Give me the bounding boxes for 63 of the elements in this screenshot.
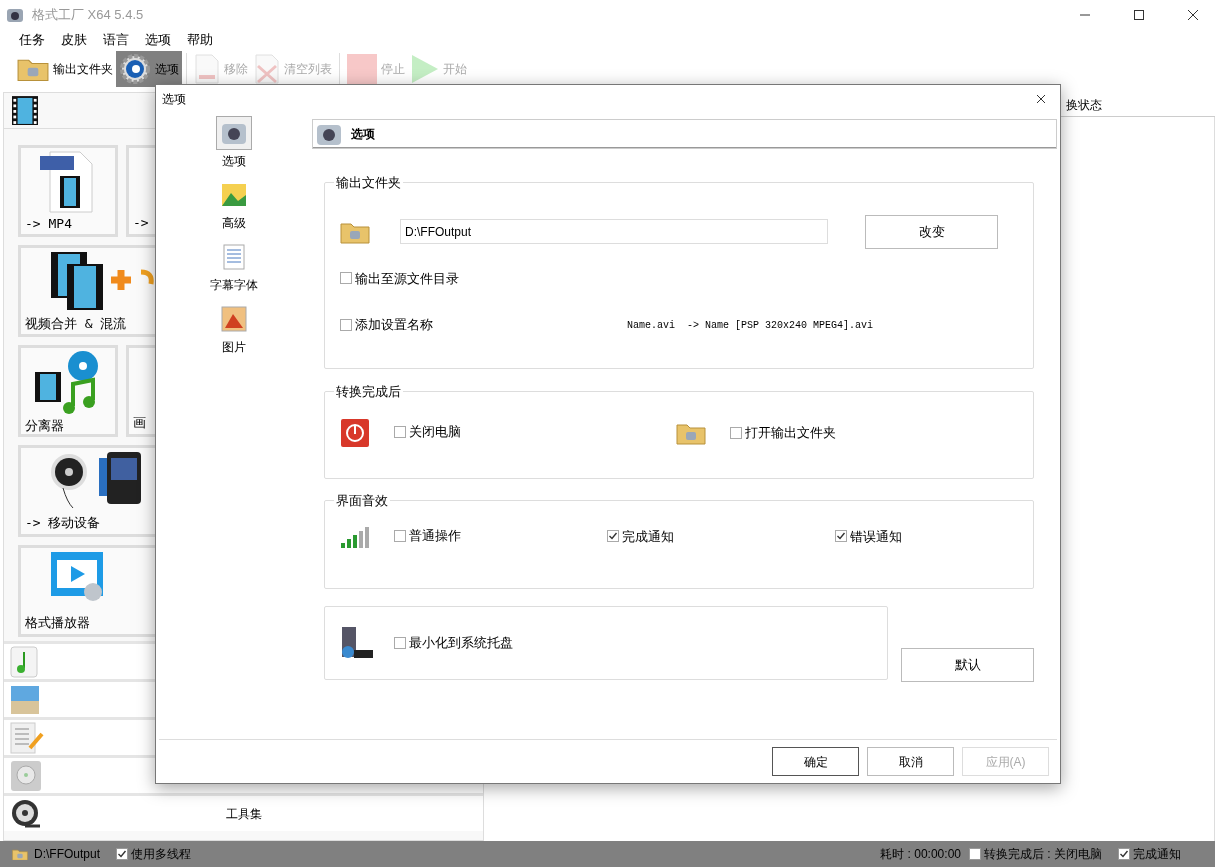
- computer-icon: [340, 626, 374, 660]
- document-lines-icon: [223, 244, 245, 270]
- checkbox[interactable]: 关闭电脑: [394, 422, 461, 442]
- path-field[interactable]: D:\FFOutput: [400, 219, 828, 244]
- converter-tile[interactable]: 分离器: [18, 345, 118, 437]
- close-icon[interactable]: [1036, 94, 1046, 104]
- check-icon: [608, 531, 618, 542]
- dialog-title: 选项: [162, 91, 186, 108]
- window-title: 格式工厂 X64 5.4.5: [32, 6, 144, 25]
- power-icon: [340, 417, 370, 448]
- document-cross-icon: [254, 54, 280, 84]
- maximize-icon[interactable]: [1133, 9, 1145, 21]
- checkbox[interactable]: 错误通知: [835, 526, 902, 547]
- group-title: 界面音效: [336, 493, 388, 508]
- landscape-picture-icon: [10, 684, 40, 715]
- menu-item[interactable]: 任务: [12, 30, 52, 50]
- toolbar-button[interactable]: 输出文件夹: [14, 51, 116, 87]
- category-row[interactable]: 工具集: [4, 793, 483, 831]
- elapsed-time: 耗时 : 00:00:00: [880, 846, 961, 863]
- dialog-button[interactable]: 确定: [772, 747, 859, 776]
- signal-bars-icon: [340, 524, 372, 549]
- checkbox[interactable]: 完成通知: [1118, 845, 1181, 863]
- nav-item[interactable]: 高级: [216, 178, 252, 232]
- menu-item[interactable]: 选项: [138, 30, 178, 50]
- app-icon: [6, 7, 24, 23]
- change-button[interactable]: 改变: [865, 214, 998, 249]
- folder-icon: [12, 847, 28, 861]
- checkbox[interactable]: 普通操作: [394, 526, 461, 546]
- default-button[interactable]: 默认: [901, 648, 1034, 682]
- dialog-button[interactable]: 取消: [867, 747, 954, 776]
- checkbox[interactable]: 使用多线程: [116, 845, 192, 863]
- column-header[interactable]: 换状态: [1066, 95, 1102, 114]
- checkbox[interactable]: 最小化到系统托盘: [394, 633, 513, 653]
- landscape-picture-icon: [221, 183, 247, 207]
- toolbar-button[interactable]: 选项: [116, 51, 182, 87]
- group-title: 输出文件夹: [336, 175, 401, 190]
- filename-example: Name.avi -> Name [PSP 320x240 MPEG4].avi: [627, 318, 874, 333]
- check-icon: [836, 531, 846, 542]
- stop-icon: [347, 54, 377, 84]
- check-icon: [117, 849, 128, 859]
- output-path: D:\FFOutput: [34, 846, 101, 863]
- film-reel-icon: [10, 797, 42, 830]
- converter-tile[interactable]: -> MP4: [18, 145, 118, 237]
- nav-item[interactable]: 图片: [216, 302, 252, 356]
- gear-icon: [119, 53, 151, 85]
- play-icon: [411, 54, 439, 84]
- picture-icon: [221, 306, 247, 332]
- menu-item[interactable]: 帮助: [180, 30, 220, 50]
- checkbox[interactable]: 转换完成后 : 关闭电脑: [969, 845, 1102, 863]
- group-title: 转换完成后: [336, 384, 401, 399]
- checkbox[interactable]: 打开输出文件夹: [730, 422, 836, 443]
- checkbox[interactable]: 添加设置名称: [340, 315, 433, 335]
- nav-item[interactable]: 字幕字体: [210, 240, 258, 294]
- menu-item[interactable]: 语言: [96, 30, 136, 50]
- section-title: 选项: [351, 126, 375, 143]
- checkbox[interactable]: 完成通知: [607, 526, 674, 547]
- film-icon: [12, 95, 38, 126]
- video-player-icon: [49, 550, 105, 602]
- checkbox[interactable]: 输出至源文件目录: [340, 268, 459, 288]
- menu-item[interactable]: 皮肤: [54, 30, 94, 50]
- document-minus-icon: [194, 54, 220, 84]
- close-icon[interactable]: [1187, 9, 1199, 21]
- check-icon: [1119, 849, 1129, 859]
